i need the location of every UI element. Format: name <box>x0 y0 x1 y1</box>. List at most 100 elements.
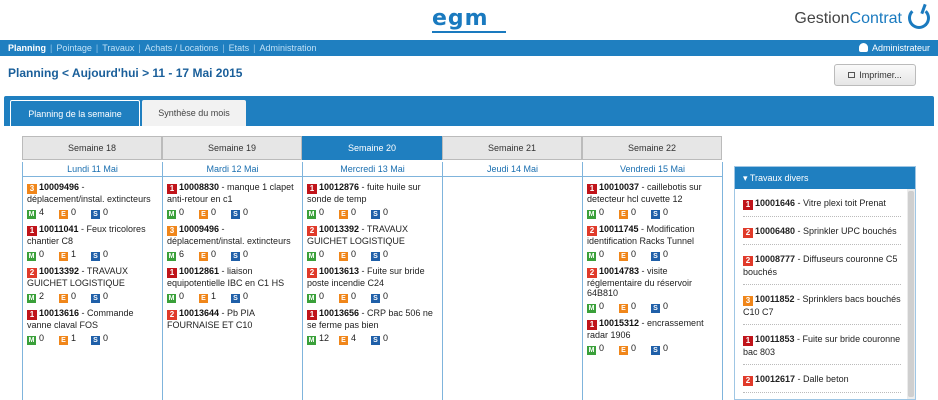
m-badge: M <box>587 304 596 313</box>
task-counters: M2E0S0 <box>27 291 158 303</box>
m-count: 0 <box>599 343 605 353</box>
task-number: 10013392 <box>39 266 80 276</box>
e-badge: E <box>59 336 68 345</box>
app-header: egm GestionContrat <box>0 0 938 38</box>
task-card[interactable]: 2 10013613 - Fuite sur bride poste incend… <box>303 261 442 303</box>
e-badge: E <box>59 210 68 219</box>
task-number: 10006480 <box>755 226 796 236</box>
m-count: 0 <box>319 291 325 301</box>
task-counters: M0E0S0 <box>587 207 718 219</box>
egm-logo: egm <box>432 6 489 31</box>
task-counters: M0E0S0 <box>307 291 438 303</box>
tab-synthese-mois[interactable]: Synthèse du mois <box>142 100 246 126</box>
task-card[interactable]: 2 10013392 - TRAVAUX GUICHET LOGISTIQUE M 0… <box>303 219 442 261</box>
e-badge: E <box>339 252 348 261</box>
nav-planning[interactable]: Planning <box>8 43 46 53</box>
priority-badge: 1 <box>167 268 177 278</box>
task-card[interactable]: 1 10013656 - CRP bac 506 ne se ferme pas … <box>303 303 442 345</box>
task-card[interactable]: 2 10014783 - visite réglementaire du rése… <box>583 261 722 313</box>
task-card[interactable]: 1 10013616 - Commande vanne claval FOS M 0 E… <box>23 303 162 345</box>
priority-badge: 2 <box>587 226 597 236</box>
task-number: 10012617 <box>755 374 796 384</box>
user-menu[interactable]: Administrateur <box>858 40 930 56</box>
e-badge: E <box>59 252 68 261</box>
m-count: 0 <box>319 249 325 259</box>
scrollbar-thumb[interactable] <box>908 191 914 397</box>
print-button[interactable]: Imprimer... <box>834 64 916 86</box>
nav-etats[interactable]: Etats <box>229 43 250 53</box>
e-count: 0 <box>71 291 77 301</box>
task-number: 10013656 <box>319 308 360 318</box>
e-count: 0 <box>631 343 637 353</box>
priority-badge: 1 <box>27 310 37 320</box>
task-number: 10014783 <box>599 266 640 276</box>
task-card[interactable]: 1 10012876 - fuite huile sur sonde de tem… <box>303 177 442 219</box>
nav-separator: | <box>253 43 256 53</box>
m-badge: M <box>587 346 596 355</box>
nav-pointage[interactable]: Pointage <box>56 43 92 53</box>
task-title: - Vitre plexi toit Prenat <box>795 198 886 208</box>
priority-badge: 2 <box>743 228 753 238</box>
task-card[interactable]: 2 10013392 - TRAVAUX GUICHET LOGISTIQUE M 2… <box>23 261 162 303</box>
nav-separator: | <box>95 43 99 53</box>
m-badge: M <box>27 294 36 303</box>
printer-icon <box>848 72 856 78</box>
task-card[interactable]: 3 10009496 - déplacement/instal. extincte… <box>163 219 302 261</box>
nav-separator: | <box>222 43 225 53</box>
task-card[interactable]: 2 10013644 - Pb PIA FOURNAISE ET C10 <box>163 303 302 330</box>
s-badge: S <box>91 210 100 219</box>
priority-badge: 2 <box>307 268 317 278</box>
priority-badge: 1 <box>27 226 37 236</box>
week-tab[interactable]: Semaine 18 <box>22 136 162 160</box>
tab-planning-semaine[interactable]: Planning de la semaine <box>10 100 140 126</box>
m-count: 0 <box>599 207 605 217</box>
travaux-divers-item[interactable]: 2 10006480 - Sprinkler UPC bouchés <box>743 217 901 245</box>
m-badge: M <box>307 252 316 261</box>
s-badge: S <box>91 252 100 261</box>
nav-travaux[interactable]: Travaux <box>102 43 134 53</box>
nav-achats-locations[interactable]: Achats / Locations <box>145 43 219 53</box>
task-number: 10009496 <box>179 224 220 234</box>
task-card[interactable]: 1 10012861 - liaison equipotentielle IBC … <box>163 261 302 303</box>
task-card[interactable]: 1 10011041 - Feux tricolores chantier C8 M… <box>23 219 162 261</box>
task-card[interactable]: 2 10011745 - Modification identification … <box>583 219 722 261</box>
week-tab[interactable]: Semaine 21 <box>442 136 582 160</box>
task-card[interactable]: 1 10015312 - encrassement radar 1906 M 0 E 0 S… <box>583 313 722 355</box>
s-badge: S <box>371 336 380 345</box>
travaux-divers-item[interactable]: 3 10011852 - Sprinklers bacs bouchés C10 … <box>743 285 901 325</box>
task-card[interactable]: 1 10010037 - caillebotis sur detecteur hc… <box>583 177 722 219</box>
task-number: 10013613 <box>319 266 360 276</box>
e-count: 0 <box>631 249 637 259</box>
m-count: 0 <box>179 291 185 301</box>
s-count: 0 <box>383 291 389 301</box>
week-tab[interactable]: Semaine 19 <box>162 136 302 160</box>
travaux-divers-item[interactable]: 1 10001646 - Vitre plexi toit Prenat <box>743 189 901 217</box>
m-count: 0 <box>599 301 605 311</box>
travaux-divers-item[interactable]: 2 10008777 - Diffuseurs couronne C5 bouch… <box>743 245 901 285</box>
travaux-divers-item[interactable]: 2 10012617 - Dalle beton <box>743 365 901 393</box>
e-count: 0 <box>71 207 77 217</box>
travaux-divers-panel: ▾ Travaux divers 1 10001646 - Vitre plexi… <box>734 166 916 400</box>
s-count: 0 <box>663 249 669 259</box>
planning-panel: Planning de la semaine Synthèse du mois … <box>4 96 934 400</box>
e-count: 0 <box>631 301 637 311</box>
nav-separator: | <box>138 43 141 53</box>
m-badge: M <box>167 294 176 303</box>
task-number: 10011852 <box>755 294 795 304</box>
nav-administration[interactable]: Administration <box>260 43 317 53</box>
s-count: 0 <box>383 207 389 217</box>
task-counters: M0E0S0 <box>307 207 438 219</box>
week-tab[interactable]: Semaine 20 <box>302 136 442 160</box>
week-tab[interactable]: Semaine 22 <box>582 136 722 160</box>
s-count: 0 <box>243 291 249 301</box>
travaux-divers-header[interactable]: ▾ Travaux divers <box>735 167 915 189</box>
e-count: 0 <box>631 207 637 217</box>
task-card[interactable]: 3 10009496 - déplacement/instal. extincte… <box>23 177 162 219</box>
task-counters: M0E0S0 <box>587 249 718 261</box>
priority-badge: 1 <box>587 320 597 330</box>
s-count: 0 <box>103 333 109 343</box>
e-badge: E <box>199 252 208 261</box>
day-header: Lundi 11 Mai <box>23 162 162 177</box>
task-card[interactable]: 1 10008830 - manque 1 clapet anti-retour … <box>163 177 302 219</box>
travaux-divers-item[interactable]: 1 10011853 - Fuite sur bride couronne bac… <box>743 325 901 365</box>
